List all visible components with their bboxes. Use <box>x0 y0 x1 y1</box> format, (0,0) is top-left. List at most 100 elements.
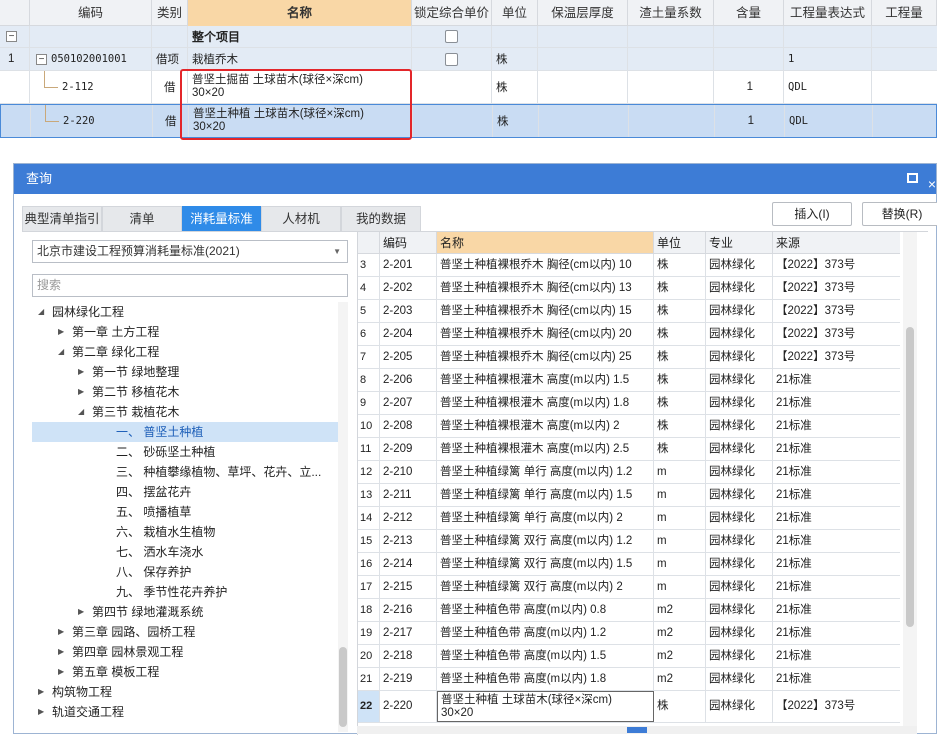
expand-icon[interactable]: ▶ <box>58 322 64 342</box>
grid-scrollbar[interactable] <box>903 232 917 732</box>
table-row[interactable]: 7 2-205 普坚土种植裸根乔木 胸径(cm以内) 25 株园林绿化 【2022】37… <box>358 346 900 369</box>
table-row[interactable]: 20 2-218 普坚土种植色带 高度(m以内) 1.5 m2 园林绿化 21标准 <box>358 645 900 668</box>
table-row[interactable]: 11 2-209 普坚土种植裸根灌木 高度(m以内) 2.5 株园林绿化 21标准 <box>358 438 900 461</box>
project-lock-checkbox[interactable] <box>412 26 492 47</box>
scrollbar-thumb[interactable] <box>339 647 347 727</box>
maximize-icon[interactable] <box>907 173 918 183</box>
header-quantity-expression[interactable]: 工程量表达式 <box>784 0 872 26</box>
tree-node[interactable]: ▶ 第四章 园林景观工程 <box>32 642 338 662</box>
table-row[interactable]: 12 2-210 普坚土种植绿篱 单行 高度(m以内) 1.2 m 园林绿化 21标准 <box>358 461 900 484</box>
dialog-titlebar[interactable]: 查询 × <box>14 164 936 194</box>
grid-header-name[interactable]: 名称 <box>437 232 654 254</box>
tree-node[interactable]: ◢ 园林绿化工程 <box>32 302 338 322</box>
tree-node[interactable]: ▶ 第三章 园路、园桥工程 <box>32 622 338 642</box>
search-input[interactable]: 搜索 <box>32 274 348 297</box>
table-row[interactable]: 4 2-202 普坚土种植裸根乔木 胸径(cm以内) 13 株园林绿化 【2022】37… <box>358 277 900 300</box>
table-row[interactable]: 16 2-214 普坚土种植绿篱 双行 高度(m以内) 1.5 m 园林绿化 21标准 <box>358 553 900 576</box>
tree-node[interactable]: 六、 栽植水生植物 <box>32 522 338 542</box>
row-lock-checkbox[interactable] <box>412 48 492 70</box>
row-content[interactable]: 1 <box>715 105 785 137</box>
tree-node[interactable]: ▶ 轨道交通工程 <box>32 702 338 722</box>
collapse-icon[interactable]: − <box>36 53 47 65</box>
scrollbar-thumb[interactable] <box>627 727 647 733</box>
table-row[interactable]: 14 2-212 普坚土种植绿篱 单行 高度(m以内) 2 m 园林绿化 21标准 <box>358 507 900 530</box>
table-row[interactable]: 17 2-215 普坚土种植绿篱 双行 高度(m以内) 2 m 园林绿化 21标准 <box>358 576 900 599</box>
tree-node[interactable]: ▶ 第四节 绿地灌溉系统 <box>32 602 338 622</box>
expand-icon[interactable]: ▶ <box>78 602 84 622</box>
header-unit[interactable]: 单位 <box>492 0 538 26</box>
tree-node[interactable]: 七、 洒水车浇水 <box>32 542 338 562</box>
table-row[interactable]: 9 2-207 普坚土种植裸根灌木 高度(m以内) 1.8 株园林绿化 21标准 <box>358 392 900 415</box>
tree-node[interactable]: ◢ 第三节 栽植花木 <box>32 402 338 422</box>
row-code[interactable]: 2-220 <box>31 105 153 137</box>
project-row[interactable]: − 整个项目 <box>0 26 937 48</box>
tree-node[interactable]: ▶ 第五章 模板工程 <box>32 662 338 682</box>
table-row[interactable]: 8 2-206 普坚土种植裸根灌木 高度(m以内) 1.5 株园林绿化 21标准 <box>358 369 900 392</box>
scrollbar-thumb[interactable] <box>906 327 914 627</box>
project-row-expander[interactable]: − <box>0 26 30 47</box>
tab-list[interactable]: 清单 <box>102 206 182 231</box>
row-expression[interactable]: QDL <box>785 105 873 137</box>
header-content[interactable]: 含量 <box>714 0 784 26</box>
table-row-selected[interactable]: 2-220 借 普坚土种植 土球苗木(球径×深cm) 30×20 株 1 QDL <box>0 104 937 138</box>
tree-node[interactable]: ▶ 第一节 绿地整理 <box>32 362 338 382</box>
table-row[interactable]: 19 2-217 普坚土种植色带 高度(m以内) 1.2 m2 园林绿化 21标准 <box>358 622 900 645</box>
grid-header-unit[interactable]: 单位 <box>654 232 706 254</box>
close-icon[interactable]: × <box>928 169 936 199</box>
tree-node[interactable]: 四、 摆盆花卉 <box>32 482 338 502</box>
tree-node[interactable]: ▶ 第二节 移植花木 <box>32 382 338 402</box>
tree-scrollbar[interactable] <box>338 302 348 732</box>
header-type[interactable]: 类别 <box>152 0 188 26</box>
checkbox[interactable] <box>445 30 458 43</box>
header-quantity[interactable]: 工程量 <box>872 0 937 26</box>
expand-icon[interactable]: ▶ <box>58 622 64 642</box>
table-row[interactable]: 21 2-219 普坚土种植色带 高度(m以内) 1.8 m2 园林绿化 21标准 <box>358 668 900 691</box>
table-row[interactable]: 6 2-204 普坚土种植裸根乔木 胸径(cm以内) 20 株园林绿化 【2022】37… <box>358 323 900 346</box>
header-insulation-thickness[interactable]: 保温层厚度 <box>538 0 628 26</box>
collapse-icon[interactable]: − <box>6 31 17 42</box>
tree-node[interactable]: 三、 种植攀缘植物、草坪、花卉、立... <box>32 462 338 482</box>
chevron-down-icon[interactable]: ▼ <box>333 241 341 262</box>
checkbox[interactable] <box>445 52 458 66</box>
tab-typical-list-guide[interactable]: 典型清单指引 <box>22 206 102 231</box>
tree-node[interactable]: 二、 砂砾坚土种植 <box>32 442 338 462</box>
row-expression[interactable]: 1 <box>784 48 872 70</box>
row-content[interactable]: 1 <box>714 71 784 103</box>
tree-node[interactable]: 八、 保存养护 <box>32 562 338 582</box>
row-code[interactable]: −050102001001 <box>30 48 152 70</box>
grid-hscrollbar[interactable] <box>357 726 917 734</box>
collapse-icon[interactable]: ◢ <box>38 302 44 322</box>
table-row[interactable]: 2-112 借 普坚土掘苗 土球苗木(球径×深cm) 30×20 株 1 QDL <box>0 71 937 104</box>
tree-node[interactable]: 五、 喷播植草 <box>32 502 338 522</box>
table-row-selected[interactable]: 22 2-220 普坚土种植 土球苗木(球径×深cm) 30×20 株园林绿化 【2022… <box>358 691 900 723</box>
row-code[interactable]: 2-112 <box>30 71 152 103</box>
grid-header-source[interactable]: 来源 <box>773 232 900 254</box>
tree-node[interactable]: ◢ 第二章 绿化工程 <box>32 342 338 362</box>
tab-consumption-standard[interactable]: 消耗量标准 <box>182 206 261 231</box>
tree-node[interactable]: 九、 季节性花卉养护 <box>32 582 338 602</box>
tab-labor-material-machine[interactable]: 人材机 <box>261 206 341 231</box>
table-row[interactable]: 3 2-201 普坚土种植裸根乔木 胸径(cm以内) 10 株园林绿化 【2022】37… <box>358 254 900 277</box>
table-row[interactable]: 15 2-213 普坚土种植绿篱 双行 高度(m以内) 1.2 m 园林绿化 21标准 <box>358 530 900 553</box>
expand-icon[interactable]: ▶ <box>78 362 84 382</box>
tree-node[interactable]: ▶ 构筑物工程 <box>32 682 338 702</box>
expand-icon[interactable]: ▶ <box>58 642 64 662</box>
header-name[interactable]: 名称 <box>188 0 412 26</box>
expand-icon[interactable]: ▶ <box>38 702 44 722</box>
insert-button[interactable]: 插入(I) <box>772 202 852 226</box>
replace-button[interactable]: 替换(R) <box>862 202 937 226</box>
standard-select[interactable]: 北京市建设工程预算消耗量标准(2021) ▼ <box>32 240 348 263</box>
table-row[interactable]: 1 −050102001001 借项 栽植乔木 株 1 <box>0 48 937 71</box>
expand-icon[interactable]: ▶ <box>38 682 44 702</box>
tab-my-data[interactable]: 我的数据 <box>341 206 421 231</box>
row-name[interactable]: 栽植乔木 <box>188 48 412 70</box>
header-code[interactable]: 编码 <box>30 0 152 26</box>
header-soil-coefficient[interactable]: 渣土量系数 <box>628 0 714 26</box>
grid-header-code[interactable]: 编码 <box>380 232 437 254</box>
table-row[interactable]: 5 2-203 普坚土种植裸根乔木 胸径(cm以内) 15 株园林绿化 【2022】37… <box>358 300 900 323</box>
table-row[interactable]: 18 2-216 普坚土种植色带 高度(m以内) 0.8 m2 园林绿化 21标准 <box>358 599 900 622</box>
table-row[interactable]: 13 2-211 普坚土种植绿篱 单行 高度(m以内) 1.5 m 园林绿化 21标准 <box>358 484 900 507</box>
expand-icon[interactable]: ▶ <box>78 382 84 402</box>
collapse-icon[interactable]: ◢ <box>58 342 64 362</box>
expand-icon[interactable]: ▶ <box>58 662 64 682</box>
